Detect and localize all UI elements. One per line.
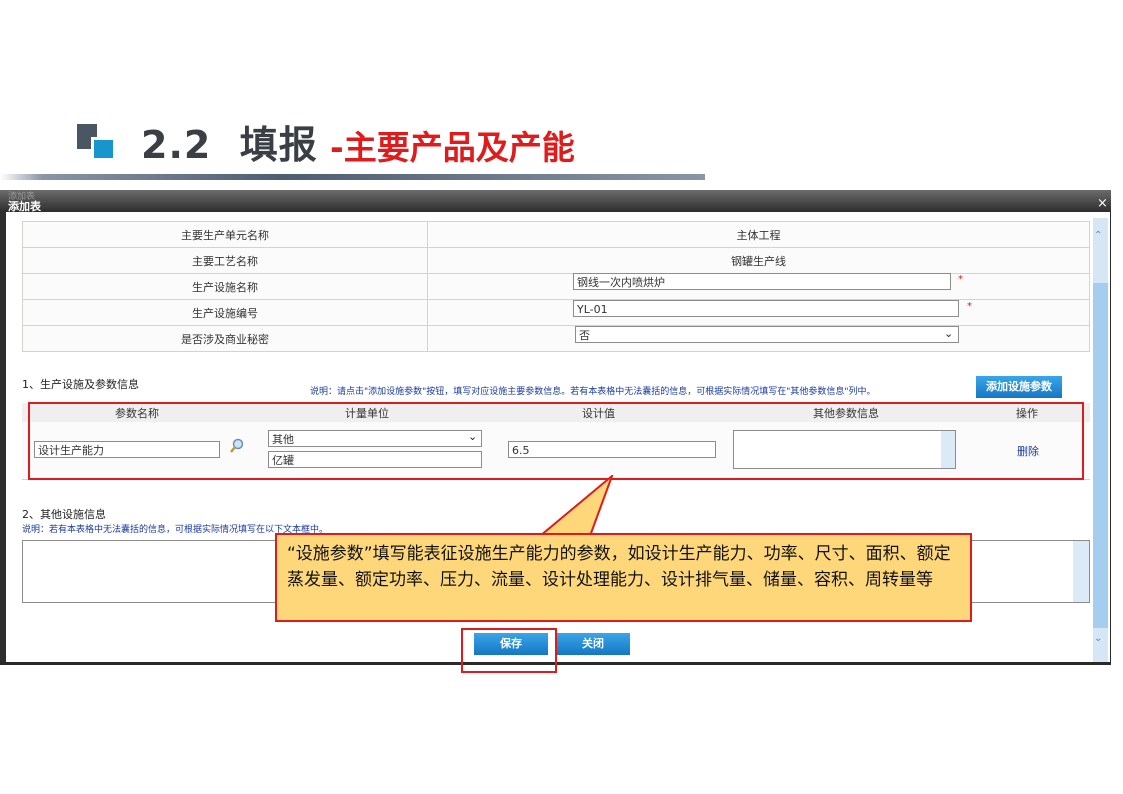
- highlight-box: [28, 402, 1084, 480]
- table-row: 主要工艺名称 钢罐生产线: [22, 247, 1090, 274]
- facility-code-input[interactable]: YL-01: [573, 300, 959, 317]
- row-label: 生产设施编号: [22, 299, 428, 326]
- chevron-down-icon[interactable]: ⌄: [944, 327, 953, 340]
- callout-pointer: [537, 475, 614, 537]
- trade-secret-value: 否: [579, 329, 590, 342]
- textarea-scrollbar[interactable]: [1073, 541, 1089, 602]
- title-underline: [0, 174, 705, 180]
- table-row: 主要生产单元名称 主体工程: [22, 221, 1090, 248]
- row-label: 生产设施名称: [22, 273, 428, 300]
- callout-note: “设施参数”填写能表征设施生产能力的参数，如设计生产能力、功率、尺寸、面积、额定…: [275, 533, 972, 622]
- chevron-up-icon[interactable]: ⌃: [1094, 230, 1102, 241]
- close-icon[interactable]: ×: [1097, 196, 1108, 211]
- facility-name-input[interactable]: 钢线一次内喷烘炉: [573, 273, 951, 290]
- row-label: 主要生产单元名称: [22, 221, 428, 248]
- section2-title: 2、其他设施信息: [22, 508, 106, 521]
- title-number: 2.2: [141, 123, 212, 167]
- highlight-box: [461, 628, 557, 673]
- scrollbar-thumb[interactable]: [1093, 283, 1108, 628]
- row-label: 主要工艺名称: [22, 247, 428, 274]
- row-label: 是否涉及商业秘密: [22, 325, 428, 352]
- add-param-button[interactable]: 添加设施参数: [976, 376, 1062, 398]
- chevron-down-icon[interactable]: ⌄: [1094, 633, 1102, 644]
- required-mark: *: [967, 301, 972, 312]
- section1-title: 1、生产设施及参数信息: [22, 378, 139, 391]
- dialog-titlebar[interactable]: [0, 190, 1111, 212]
- page-subtitle: -主要产品及产能: [330, 128, 575, 167]
- dialog-title: 添加表: [8, 200, 41, 213]
- row-value: 钢罐生产线: [427, 247, 1090, 274]
- row-value: 主体工程: [427, 221, 1090, 248]
- trade-secret-select[interactable]: 否: [575, 326, 959, 343]
- dialog-left-border: [0, 212, 6, 664]
- required-mark: *: [958, 274, 963, 285]
- title-main: 填报: [239, 123, 318, 167]
- heading-blue-square: [91, 137, 116, 161]
- close-button[interactable]: 关闭: [556, 633, 630, 655]
- page-title: 2.2 填报: [141, 114, 318, 169]
- section1-note: 说明：请点击"添加设施参数"按钮，填写对应设施主要参数信息。若有本表格中无法囊括…: [310, 387, 876, 397]
